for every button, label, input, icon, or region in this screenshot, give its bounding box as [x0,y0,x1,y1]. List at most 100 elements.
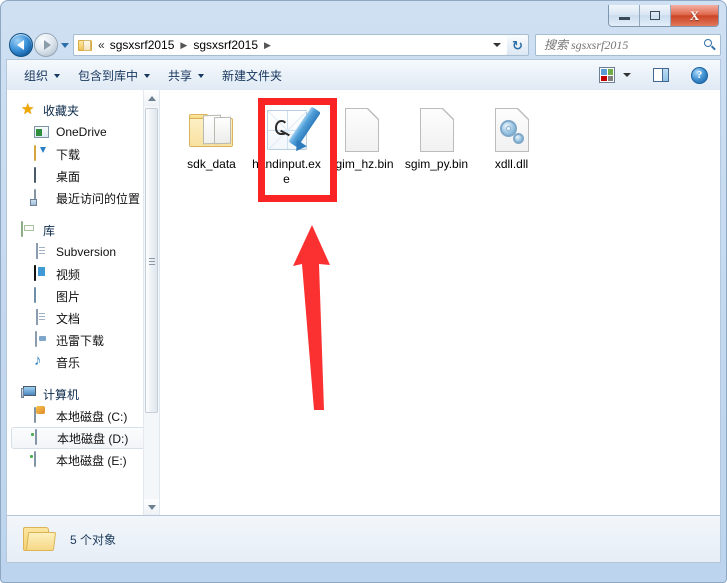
change-view-button[interactable] [595,64,619,86]
desktop-icon [34,167,50,184]
address-dropdown-button[interactable] [489,35,505,55]
sidebar-group-label: 收藏夹 [43,103,80,118]
breadcrumb-separator-icon[interactable]: ▶ [258,40,277,51]
sidebar-item-label: 图片 [56,289,81,304]
sidebar-item-local-disk-d[interactable]: 本地磁盘 (D:) [11,427,155,449]
sidebar-item-videos[interactable]: 视频 [7,263,159,285]
sidebar-item-downloads[interactable]: 下载 [7,143,159,165]
file-list-pane[interactable]: sdk_data handinput.exe sgim_hz.bin sgim_… [160,90,720,515]
document-icon [34,243,50,260]
sidebar-item-desktop[interactable]: 桌面 [7,165,159,187]
file-icon-wrap [344,106,379,154]
xunlei-icon [34,331,50,348]
refresh-button[interactable]: ↻ [507,34,529,56]
sidebar-item-documents[interactable]: 文档 [7,307,159,329]
recent-locations-button[interactable] [58,35,71,55]
sidebar-item-label: Subversion [56,245,117,259]
search-icon[interactable] [703,38,717,52]
sidebar-item-local-disk-e[interactable]: 本地磁盘 (E:) [7,449,159,471]
computer-icon [21,386,37,402]
close-button[interactable]: X [671,5,718,26]
sidebar-group-favorites[interactable]: ★ 收藏夹 [7,99,159,121]
triangle-down-icon [148,504,156,510]
toolbar-item-organize[interactable]: 组织 [15,63,69,88]
scrollbar-thumb[interactable] [145,108,158,413]
help-button[interactable]: ? [687,64,712,87]
sidebar-item-onedrive[interactable]: OneDrive [7,121,159,143]
toolbar-label: 组织 [24,68,49,83]
sidebar-item-label: 视频 [56,267,81,282]
preview-pane-button[interactable] [649,65,673,85]
back-button[interactable] [9,33,33,57]
forward-button[interactable] [34,33,58,57]
sidebar-item-label: 迅雷下载 [56,333,105,348]
maximize-button[interactable] [640,5,671,26]
sidebar-item-local-disk-c[interactable]: 本地磁盘 (C:) [7,405,159,427]
file-item-handinput-exe[interactable]: handinput.exe [249,100,324,187]
file-icon-wrap [419,106,454,154]
file-label: xdll.dll [494,157,529,171]
sidebar-item-subversion[interactable]: Subversion [7,241,159,263]
chevron-down-icon [198,74,205,78]
breadcrumb-item-0[interactable]: sgsxsrf2015 [110,38,175,52]
folder-icon [188,111,235,149]
breadcrumb-separator-icon[interactable]: ▶ [174,40,193,51]
toolbar-item-new-folder[interactable]: 新建文件夹 [213,63,291,88]
sidebar-item-label: 本地磁盘 (C:) [56,409,128,424]
music-icon: ♪ [34,352,42,369]
preview-pane-icon [653,68,669,82]
sidebar-item-label: 下载 [56,147,81,162]
scroll-up-button[interactable] [144,90,159,106]
document-icon [34,309,50,326]
sidebar-group-label: 计算机 [43,387,80,402]
breadcrumb[interactable]: « sgsxsrf2015 ▶ sgsxsrf2015 ▶ [73,34,508,56]
toolbar-label: 共享 [168,68,193,83]
breadcrumb-overflow-icon[interactable]: « [96,38,110,52]
search-input[interactable] [542,36,703,54]
scroll-down-button[interactable] [144,499,159,515]
view-dropdown-button[interactable] [619,70,635,80]
breadcrumb-item-1[interactable]: sgsxsrf2015 [193,38,258,52]
file-item-sgim-py-bin[interactable]: sgim_py.bin [399,100,474,172]
onedrive-icon [34,124,50,140]
refresh-icon: ↻ [512,37,523,53]
file-item-sdk-data[interactable]: sdk_data [174,100,249,172]
picture-icon [34,287,50,304]
folder-icon [23,525,57,553]
sidebar-scrollbar[interactable] [143,90,159,515]
sidebar-group-label: 库 [43,223,56,238]
explorer-window: X « sgsxsrf2015 ▶ sgsxsrf2015 ▶ ↻ 搜索 sgs… [0,0,727,583]
toolbar-item-share[interactable]: 共享 [159,63,213,88]
sidebar-item-pictures[interactable]: 图片 [7,285,159,307]
blank-file-icon [419,108,454,152]
sidebar-group-computer[interactable]: 计算机 [7,383,159,405]
file-label: handinput.exe [252,157,321,186]
chevron-down-icon [493,43,501,47]
close-icon: X [689,8,700,23]
back-arrow-icon [16,40,24,50]
chevron-down-icon [144,74,151,78]
file-icon-wrap [188,106,235,154]
minimize-button[interactable] [609,5,640,26]
sidebar-item-label: 最近访问的位置 [56,191,141,206]
sidebar-item-music[interactable]: ♪ 音乐 [7,351,159,373]
file-item-xdll-dll[interactable]: xdll.dll [474,100,549,172]
sidebar-group-libraries[interactable]: 库 [7,219,159,241]
sidebar-item-label: 本地磁盘 (D:) [57,431,129,446]
toolbar-item-include-in-library[interactable]: 包含到库中 [69,63,159,88]
file-item-sgim-hz-bin[interactable]: sgim_hz.bin [324,100,399,172]
status-bar: 5 个对象 [6,516,721,563]
sidebar-item-xunlei-downloads[interactable]: 迅雷下载 [7,329,159,351]
file-grid: sdk_data handinput.exe sgim_hz.bin sgim_… [174,100,720,187]
handwriting-pen-icon [266,106,321,155]
sidebar-item-recent-places[interactable]: 最近访问的位置 [7,187,159,209]
chevron-down-icon [54,74,61,78]
search-box[interactable] [535,34,721,56]
sidebar-item-label: 音乐 [56,355,81,370]
recent-places-icon [34,189,50,206]
sidebar-item-label: 桌面 [56,169,81,184]
sidebar-item-label: OneDrive [56,125,107,139]
dll-gears-icon [494,108,529,152]
